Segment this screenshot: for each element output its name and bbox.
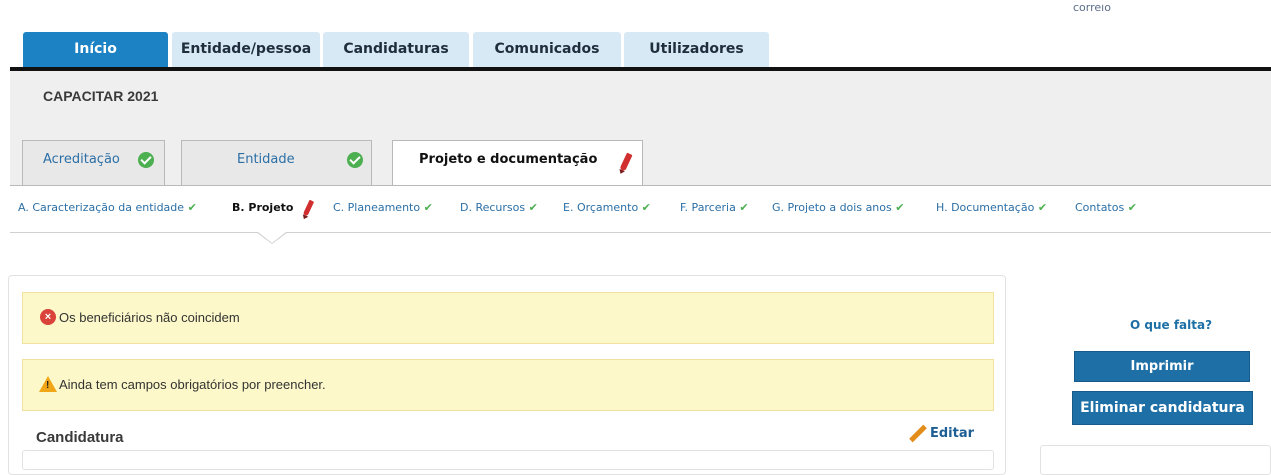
side-panel xyxy=(1040,445,1271,475)
error-alert-text: Os beneficiários não coincidem xyxy=(59,310,240,325)
subnav-item-parceria[interactable]: F. Parceria ✔ xyxy=(680,201,749,214)
section-tab-label: Acreditação xyxy=(43,152,120,167)
check-icon: ✔ xyxy=(423,201,433,214)
section-tab-acreditacao[interactable]: Acreditação xyxy=(22,140,165,185)
check-icon: ✔ xyxy=(187,201,197,214)
pencil-icon xyxy=(619,152,633,172)
check-icon: ✔ xyxy=(641,201,651,214)
section-tab-label: Projeto e documentação xyxy=(419,152,598,167)
delete-application-button[interactable]: Eliminar candidatura xyxy=(1072,391,1253,425)
subnav-item-contatos[interactable]: Contatos ✔ xyxy=(1075,201,1137,214)
check-icon: ✔ xyxy=(1037,201,1048,214)
print-button[interactable]: Imprimir xyxy=(1074,351,1250,382)
check-circle-icon xyxy=(138,152,154,168)
edit-link[interactable]: Editar xyxy=(908,424,974,443)
check-circle-icon xyxy=(347,152,363,168)
page-title: CAPACITAR 2021 xyxy=(43,88,159,104)
subnav-item-projeto[interactable]: B. Projeto xyxy=(232,201,293,214)
check-icon: ✔ xyxy=(739,201,749,214)
pencil-icon xyxy=(909,424,927,443)
subnav-item-documentacao[interactable]: H. Documentação ✔ xyxy=(936,201,1047,214)
subnav-item-caracterizacao[interactable]: A. Caracterização da entidade ✔ xyxy=(18,201,197,214)
tab-utilizadores[interactable]: Utilizadores xyxy=(624,32,769,67)
tab-comunicados[interactable]: Comunicados xyxy=(473,32,621,67)
subnav-item-recursos[interactable]: D. Recursos ✔ xyxy=(460,201,538,214)
check-icon: ✔ xyxy=(895,201,905,214)
top-link[interactable]: correio xyxy=(1073,4,1111,16)
section-tab-label: Entidade xyxy=(237,152,295,167)
section-tab-entidade[interactable]: Entidade xyxy=(181,140,372,185)
section-tab-projeto-documentacao[interactable]: Projeto e documentação xyxy=(392,140,643,186)
subnav-item-projeto-dois-anos[interactable]: G. Projeto a dois anos ✔ xyxy=(772,201,904,214)
tab-entidade-pessoa[interactable]: Entidade/pessoa xyxy=(172,32,320,67)
warning-alert: ! Ainda tem campos obrigatórios por pree… xyxy=(22,359,994,411)
warning-alert-text: Ainda tem campos obrigatórios por preenc… xyxy=(59,377,326,392)
error-circle-icon: × xyxy=(40,309,56,325)
missing-items-link[interactable]: O que falta? xyxy=(1130,318,1212,332)
check-icon: ✔ xyxy=(1127,201,1137,214)
candidatura-panel xyxy=(22,450,994,470)
error-alert: × Os beneficiários não coincidem xyxy=(22,292,994,344)
check-icon: ✔ xyxy=(528,201,538,214)
tab-candidaturas[interactable]: Candidaturas xyxy=(323,32,469,67)
section-title: Candidatura xyxy=(36,429,124,446)
subnav-item-planeamento[interactable]: C. Planeamento ✔ xyxy=(333,201,433,214)
subnav-item-orcamento[interactable]: E. Orçamento ✔ xyxy=(563,201,651,214)
tab-inicio[interactable]: Início xyxy=(23,32,168,67)
